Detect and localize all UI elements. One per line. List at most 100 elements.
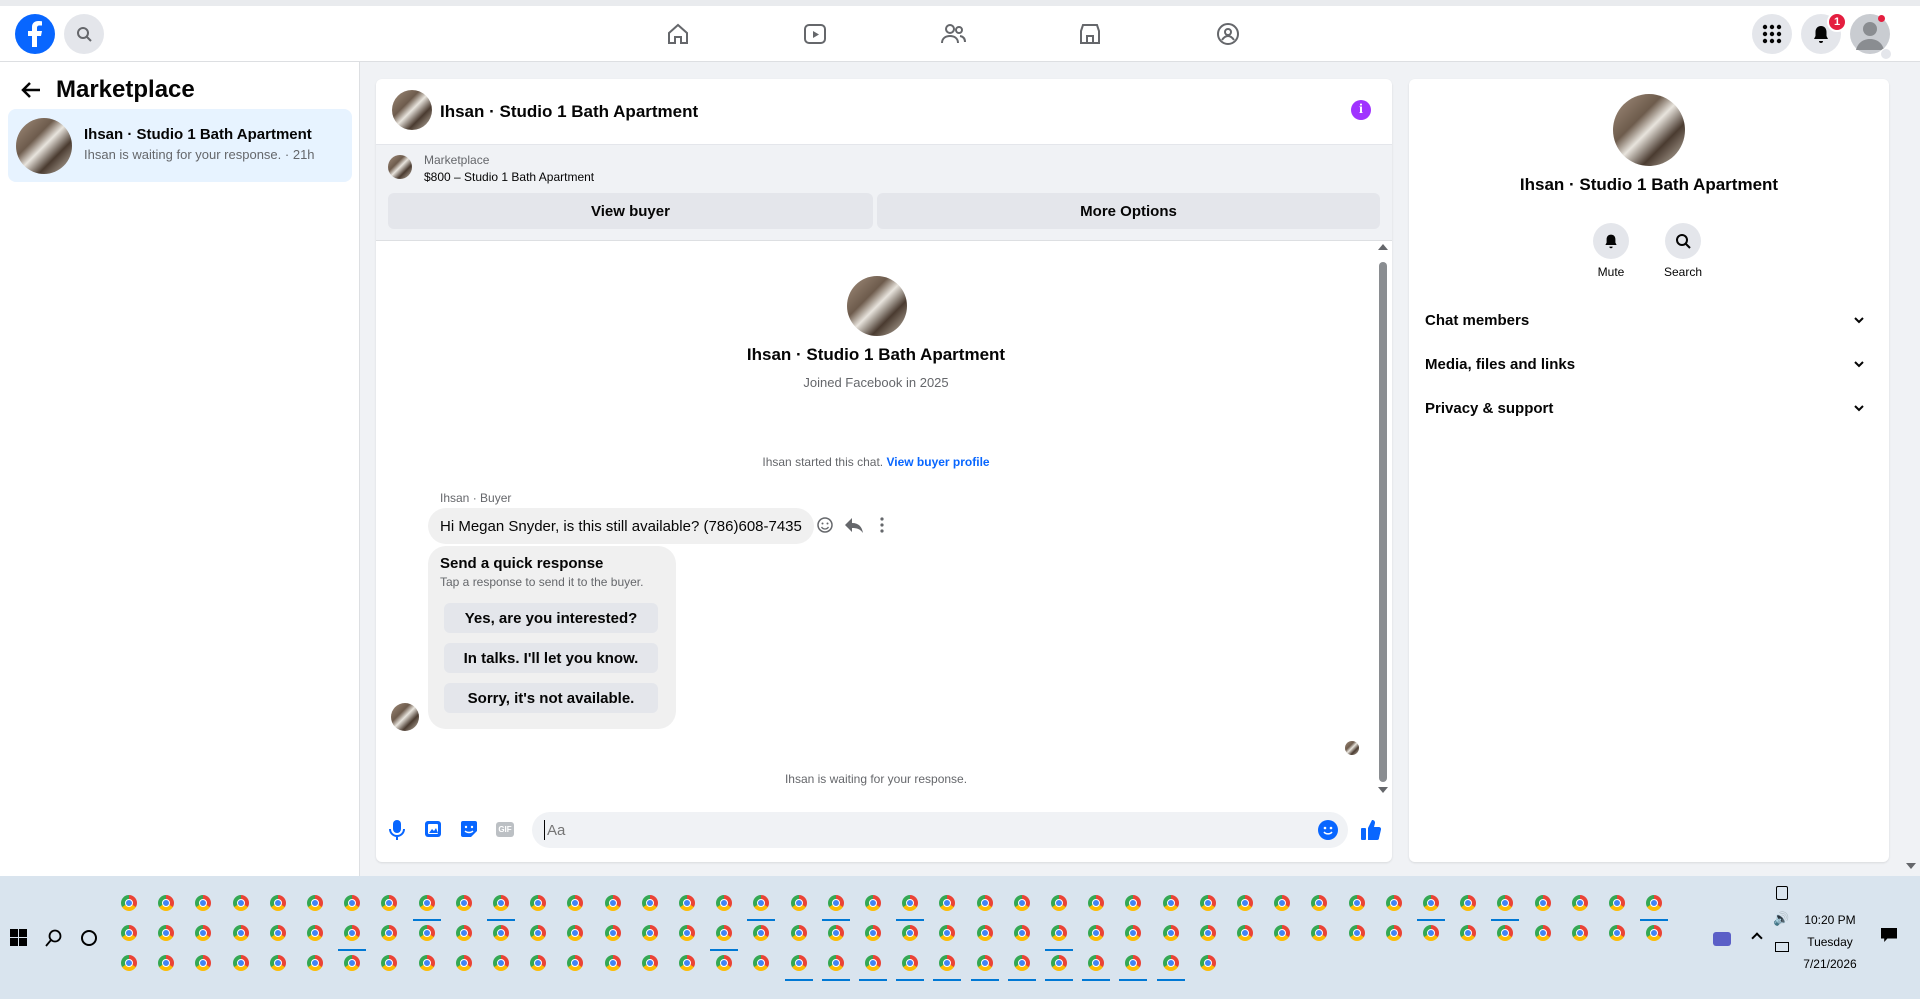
account-chevron-icon[interactable] [1880, 48, 1892, 60]
taskbar-app-icon[interactable] [567, 895, 584, 911]
profile-avatar[interactable] [847, 276, 907, 336]
gif-icon[interactable]: GIF [496, 822, 514, 837]
taskbar-app-icon[interactable] [1051, 895, 1067, 911]
page-scroll-down-arrow-icon[interactable] [1906, 863, 1916, 869]
taskbar-app-icon[interactable] [307, 925, 323, 941]
search-button[interactable] [64, 14, 104, 54]
privacy-support-section[interactable]: Privacy & support [1425, 393, 1873, 423]
taskbar-app-icon[interactable] [604, 895, 621, 911]
taskbar-app-icon[interactable] [604, 925, 621, 941]
taskbar-app-icon[interactable] [121, 955, 137, 971]
emoji-icon[interactable] [1318, 820, 1338, 840]
taskbar-app-icon[interactable] [195, 925, 212, 941]
taskbar-app-icon[interactable] [121, 895, 137, 911]
taskbar-app-icon[interactable] [1460, 895, 1477, 911]
taskbar-app-icon[interactable] [641, 955, 658, 971]
taskbar-app-icon[interactable] [418, 955, 435, 971]
taskbar-app-icon[interactable] [865, 955, 881, 971]
taskbar-app-icon[interactable] [418, 925, 435, 941]
taskbar-app-icon[interactable] [1013, 895, 1030, 911]
taskbar-app-icon[interactable] [902, 925, 919, 941]
taskbar-app-icon[interactable] [158, 955, 175, 971]
taskbar-app-icon[interactable] [1311, 895, 1328, 911]
mute-button[interactable] [1593, 223, 1629, 259]
taskbar-app-icon[interactable] [232, 955, 249, 971]
taskbar-app-icon[interactable] [195, 955, 212, 971]
facebook-logo[interactable] [15, 14, 55, 54]
message-input[interactable] [544, 820, 1304, 840]
message-bubble[interactable]: Hi Megan Snyder, is this still available… [428, 508, 814, 544]
taskbar-app-icon[interactable] [418, 895, 435, 911]
taskbar-app-icon[interactable] [641, 925, 658, 941]
taskbar-app-icon[interactable] [641, 895, 658, 911]
taskbar-app-icon[interactable] [679, 895, 695, 911]
taskbar-app-icon[interactable] [716, 925, 733, 941]
taskbar-app-icon[interactable] [1609, 895, 1625, 911]
message-composer[interactable] [532, 812, 1348, 848]
taskbar-app-icon[interactable] [1199, 895, 1216, 911]
taskbar-app-icon[interactable] [1497, 895, 1514, 911]
taskbar-app-icon[interactable] [679, 955, 695, 971]
taskbar-app-icon[interactable] [790, 895, 807, 911]
taskbar-app-icon[interactable] [1646, 925, 1663, 941]
taskbar-app-icon[interactable] [1051, 955, 1067, 971]
taskbar-app-icon[interactable] [1162, 895, 1179, 911]
taskbar-app-icon[interactable] [1199, 925, 1216, 941]
taskbar-app-icon[interactable] [679, 925, 695, 941]
taskbar-app-icon[interactable] [753, 925, 770, 941]
taskbar-app-icon[interactable] [1571, 895, 1588, 911]
back-arrow-icon[interactable] [20, 80, 42, 100]
taskbar-app-icon[interactable] [1423, 925, 1439, 941]
taskbar-app-icon[interactable] [604, 955, 621, 971]
taskbar-app-icon[interactable] [269, 955, 286, 971]
quick-reply-not-available[interactable]: Sorry, it's not available. [444, 683, 658, 713]
taskbar-app-icon[interactable] [530, 955, 547, 971]
taskbar-app-icon[interactable] [455, 895, 472, 911]
chat-header-title[interactable]: Ihsan · Studio 1 Bath Apartment [440, 102, 698, 122]
taskbar-app-icon[interactable] [530, 925, 547, 941]
taskbar-app-icon[interactable] [195, 895, 212, 911]
taskbar-app-icon[interactable] [716, 895, 733, 911]
microphone-icon[interactable] [388, 819, 406, 841]
friends-icon[interactable] [938, 19, 968, 49]
scroll-down-arrow-icon[interactable] [1378, 787, 1388, 793]
network-icon[interactable] [1775, 942, 1789, 952]
view-buyer-button[interactable]: View buyer [388, 193, 873, 229]
meet-now-icon[interactable] [1713, 932, 1731, 946]
info-icon[interactable]: i [1351, 100, 1371, 120]
taskbar-search-icon[interactable] [45, 929, 63, 947]
reply-icon[interactable] [844, 516, 864, 534]
menu-button[interactable] [1752, 14, 1792, 54]
cortana-icon[interactable] [81, 930, 97, 946]
taskbar-app-icon[interactable] [344, 955, 361, 971]
taskbar-app-icon[interactable] [1088, 955, 1105, 971]
taskbar-app-icon[interactable] [307, 895, 323, 911]
taskbar-app-icon[interactable] [1385, 895, 1402, 911]
taskbar-app-icon[interactable] [567, 955, 584, 971]
media-files-links-section[interactable]: Media, files and links [1425, 349, 1873, 379]
taskbar-app-icon[interactable] [1497, 925, 1514, 941]
notification-center-icon[interactable] [1881, 928, 1897, 942]
taskbar-app-icon[interactable] [939, 925, 956, 941]
video-icon[interactable] [800, 19, 830, 49]
taskbar-app-icon[interactable] [1460, 925, 1477, 941]
sticker-icon[interactable] [460, 820, 478, 838]
taskbar-app-icon[interactable] [1162, 955, 1179, 971]
taskbar-app-icon[interactable] [827, 925, 844, 941]
taskbar-app-icon[interactable] [1423, 895, 1439, 911]
taskbar-app-icon[interactable] [790, 925, 807, 941]
taskbar-app-icon[interactable] [1125, 925, 1142, 941]
taskbar-app-icon[interactable] [1088, 925, 1105, 941]
taskbar-app-icon[interactable] [1571, 925, 1588, 941]
windows-start-icon[interactable] [10, 929, 27, 946]
taskbar-app-icon[interactable] [1237, 895, 1253, 911]
taskbar-app-icon[interactable] [1125, 955, 1142, 971]
taskbar-app-icon[interactable] [567, 925, 584, 941]
taskbar-app-icon[interactable] [1013, 955, 1030, 971]
taskbar-app-icon[interactable] [865, 895, 881, 911]
taskbar-app-icon[interactable] [1274, 895, 1291, 911]
marketplace-icon[interactable] [1075, 19, 1105, 49]
more-options-button[interactable]: More Options [877, 193, 1380, 229]
clock[interactable]: 10:20 PM Tuesday 7/21/2026 [1795, 909, 1865, 975]
more-actions-icon[interactable] [879, 516, 885, 534]
